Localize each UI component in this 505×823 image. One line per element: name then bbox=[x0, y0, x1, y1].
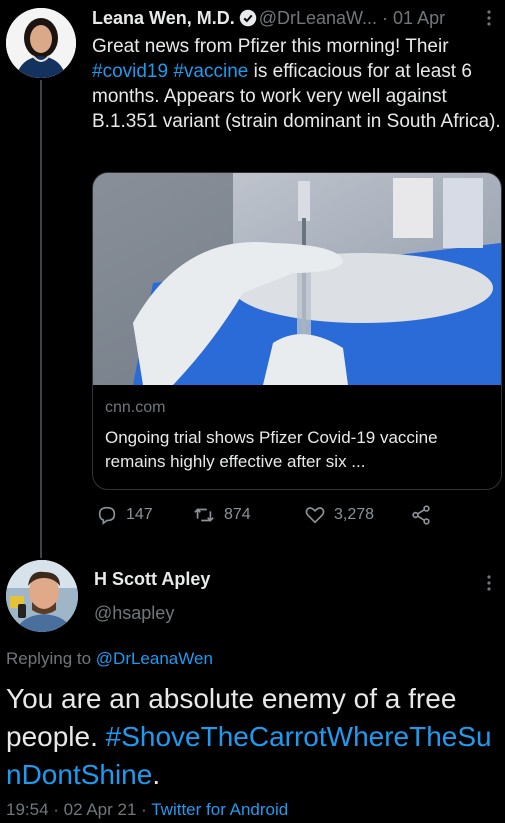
more-options-icon[interactable] bbox=[484, 573, 494, 598]
vaccine-syringe-image bbox=[93, 173, 501, 385]
reply-icon bbox=[98, 506, 116, 525]
tweet-text: Great news from Pfizer this morning! The… bbox=[92, 34, 502, 134]
reply-count: 147 bbox=[126, 506, 153, 523]
card-domain: cnn.com bbox=[105, 399, 166, 416]
retweet-icon bbox=[194, 508, 214, 522]
tweet-time[interactable]: · 01 Apr bbox=[382, 8, 445, 28]
retweet-count: 874 bbox=[224, 506, 251, 523]
reply-button[interactable]: 147 bbox=[96, 504, 153, 526]
heart-icon bbox=[305, 507, 325, 524]
profile-photo-icon bbox=[6, 560, 78, 632]
like-count: 3,278 bbox=[334, 506, 375, 523]
source-link[interactable]: Twitter for Android bbox=[151, 800, 288, 819]
share-button[interactable] bbox=[410, 504, 432, 526]
author-handle[interactable]: @DrLeanaW... bbox=[259, 8, 377, 28]
hashtag-link[interactable]: #vaccine bbox=[173, 61, 248, 82]
author-name[interactable]: Leana Wen, M.D. bbox=[92, 8, 235, 28]
tweet-text-part: Great news from Pfizer this morning! The… bbox=[92, 36, 449, 57]
author-handle[interactable]: @hsapley bbox=[94, 603, 174, 624]
verified-badge-icon bbox=[239, 9, 256, 27]
tweet-text-part: . bbox=[152, 759, 161, 790]
link-preview-card[interactable]: cnn.com Ongoing trial shows Pfizer Covid… bbox=[92, 172, 502, 490]
mention-link[interactable]: @DrLeanaWen bbox=[96, 649, 213, 668]
like-button[interactable]: 3,278 bbox=[304, 504, 374, 526]
replying-label: Replying to bbox=[6, 649, 96, 668]
avatar[interactable] bbox=[6, 560, 78, 632]
thread-connector-line bbox=[40, 80, 42, 558]
profile-photo-icon bbox=[6, 8, 76, 78]
avatar[interactable] bbox=[6, 8, 76, 78]
tweet-text: You are an absolute enemy of a free peop… bbox=[6, 680, 502, 794]
timestamp: 19:54 · 02 Apr 21 · bbox=[6, 800, 152, 819]
author-name[interactable]: H Scott Apley bbox=[94, 569, 210, 590]
hashtag-link[interactable]: #covid19 bbox=[92, 61, 168, 82]
tweet-header: Leana Wen, M.D. @DrLeanaW... · 01 Apr bbox=[92, 8, 445, 29]
share-icon bbox=[412, 505, 430, 525]
tweet-meta: 19:54 · 02 Apr 21 · Twitter for Android bbox=[6, 800, 288, 820]
card-title: Ongoing trial shows Pfizer Covid-19 vacc… bbox=[105, 428, 438, 471]
replying-to: Replying to @DrLeanaWen bbox=[6, 649, 213, 669]
more-options-icon[interactable] bbox=[484, 8, 494, 33]
retweet-button[interactable]: 874 bbox=[192, 504, 251, 526]
